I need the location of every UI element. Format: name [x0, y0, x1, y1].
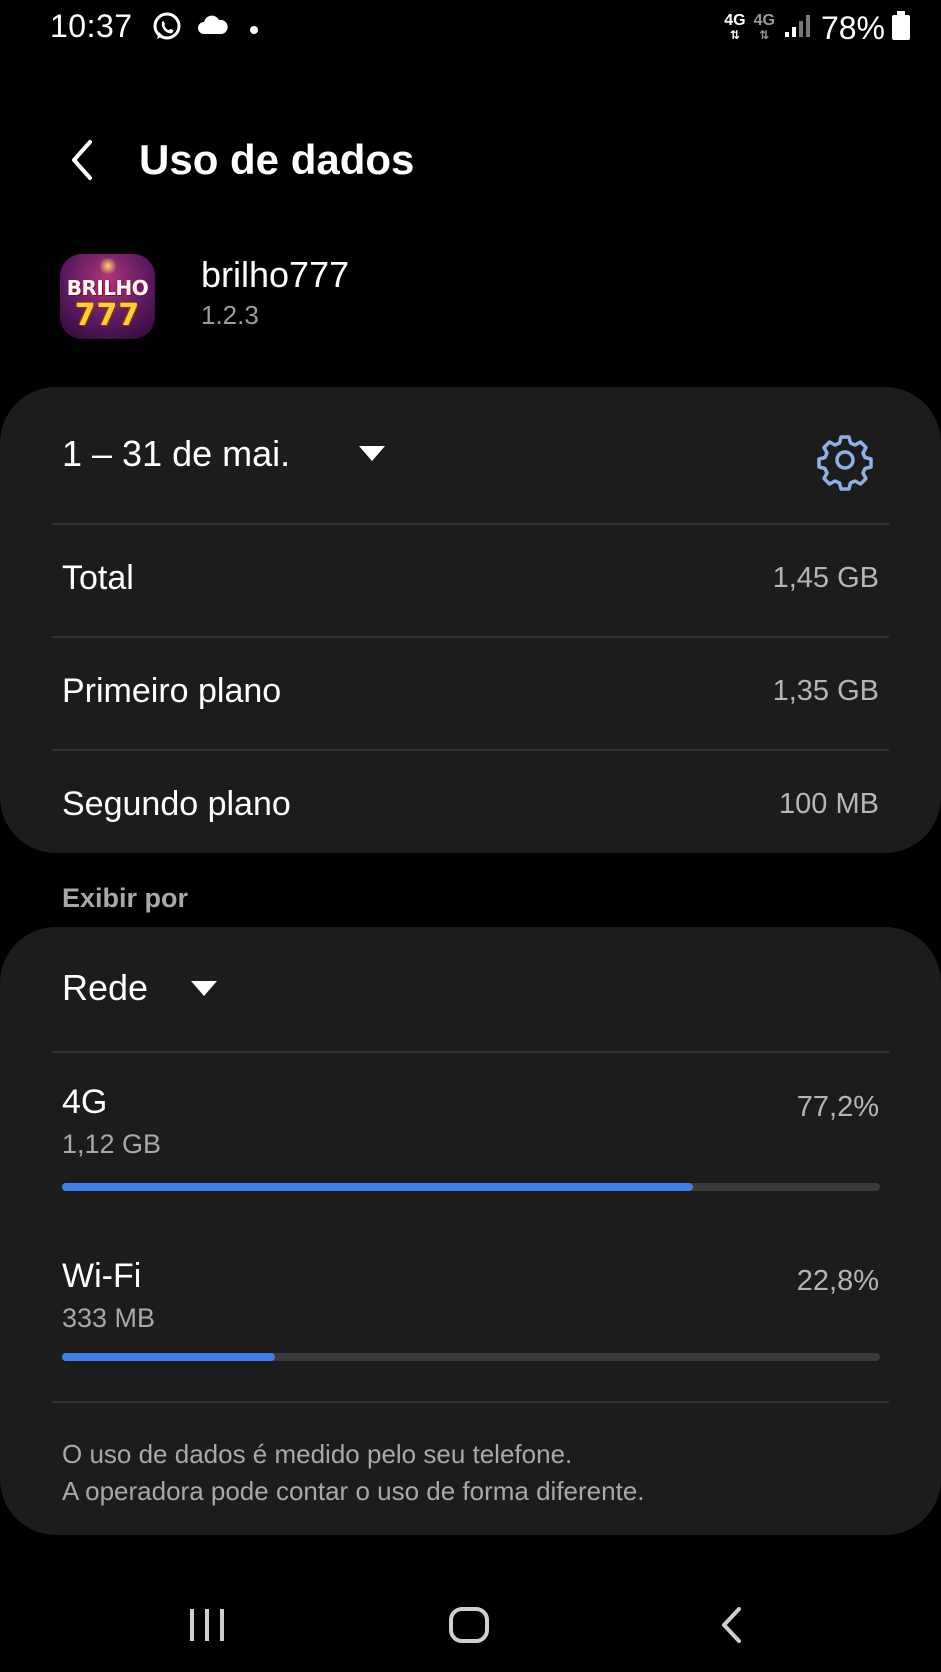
app-icon: BRILHO 777 [60, 254, 155, 339]
usage-row-label: Total [62, 559, 134, 597]
caret-down-icon [191, 981, 217, 996]
note-line-1: O uso de dados é medido pelo seu telefon… [62, 1439, 573, 1469]
network-4g-secondary-icon: 4G ⇅ [753, 12, 775, 43]
recent-apps-icon [190, 1609, 224, 1641]
recent-apps-button[interactable] [162, 1580, 252, 1670]
usage-progress-bar [62, 1353, 880, 1361]
status-bar: 10:37 4G ⇅ 4G ⇅ 78% [0, 0, 941, 56]
section-label-view-by: Exibir por [62, 883, 189, 913]
header: Uso de dados [0, 118, 941, 204]
whatsapp-icon [150, 10, 184, 49]
app-logo-line2: 777 [74, 298, 141, 333]
divider [52, 1401, 889, 1403]
caret-down-icon [359, 446, 385, 461]
divider [52, 1051, 889, 1053]
home-button[interactable] [424, 1580, 514, 1670]
app-name: brilho777 [201, 254, 350, 295]
network-name: Wi-Fi [62, 1257, 142, 1295]
page-title: Uso de dados [139, 136, 415, 183]
cloud-icon [196, 14, 230, 43]
network-size: 333 MB [62, 1303, 156, 1333]
back-button[interactable] [54, 132, 110, 188]
signal-icon [783, 13, 811, 44]
usage-progress-fill [62, 1183, 694, 1191]
usage-row-foreground: Primeiro plano 1,35 GB [0, 638, 941, 750]
network-percent: 77,2% [796, 1091, 879, 1123]
app-version: 1.2.3 [201, 300, 259, 330]
network-card: Rede 4G 1,12 GB 77,2% Wi-Fi 333 MB 22,8%… [0, 927, 941, 1535]
gear-icon [817, 435, 873, 491]
home-icon [449, 1607, 489, 1643]
app-info: BRILHO 777 brilho777 1.2.3 [0, 246, 941, 346]
usage-row-value: 1,35 GB [772, 675, 879, 707]
chevron-left-icon [72, 140, 92, 180]
nav-back-button[interactable] [686, 1580, 776, 1670]
usage-progress-fill [62, 1353, 275, 1361]
data-usage-note: O uso de dados é medido pelo seu telefon… [62, 1436, 645, 1510]
view-by-label: Rede [62, 967, 149, 1008]
settings-button[interactable] [814, 429, 876, 491]
network-percent: 22,8% [796, 1265, 879, 1297]
usage-row-background: Segundo plano 100 MB [0, 751, 941, 863]
status-time: 10:37 [50, 8, 133, 44]
view-by-selector[interactable]: Rede [0, 927, 941, 1051]
navigation-bar [0, 1580, 941, 1670]
battery-icon [891, 10, 911, 46]
network-name: 4G [62, 1083, 108, 1121]
usage-card: 1 – 31 de mai. Total 1,45 GB Primeiro pl… [0, 387, 941, 853]
battery-percent: 78% [820, 9, 885, 46]
usage-row-value: 1,45 GB [772, 562, 879, 594]
note-line-2: A operadora pode contar o uso de forma d… [62, 1476, 645, 1506]
usage-row-total: Total 1,45 GB [0, 525, 941, 637]
usage-progress-bar [62, 1183, 880, 1191]
network-item-4g[interactable]: 4G 1,12 GB 77,2% [0, 1083, 941, 1253]
back-icon [722, 1607, 741, 1643]
dot-icon [249, 22, 259, 40]
period-label: 1 – 31 de mai. [62, 433, 291, 474]
period-selector[interactable]: 1 – 31 de mai. [0, 387, 941, 524]
usage-row-value: 100 MB [779, 788, 879, 820]
usage-row-label: Segundo plano [62, 785, 291, 823]
usage-row-label: Primeiro plano [62, 672, 282, 710]
status-right: 4G ⇅ 4G ⇅ 78% [724, 8, 911, 48]
network-size: 1,12 GB [62, 1129, 162, 1159]
app-logo-line1: BRILHO [66, 276, 149, 300]
screen: 10:37 4G ⇅ 4G ⇅ 78% Uso de dados BRILHO … [0, 0, 941, 1672]
network-4g-icon: 4G ⇅ [724, 12, 746, 43]
